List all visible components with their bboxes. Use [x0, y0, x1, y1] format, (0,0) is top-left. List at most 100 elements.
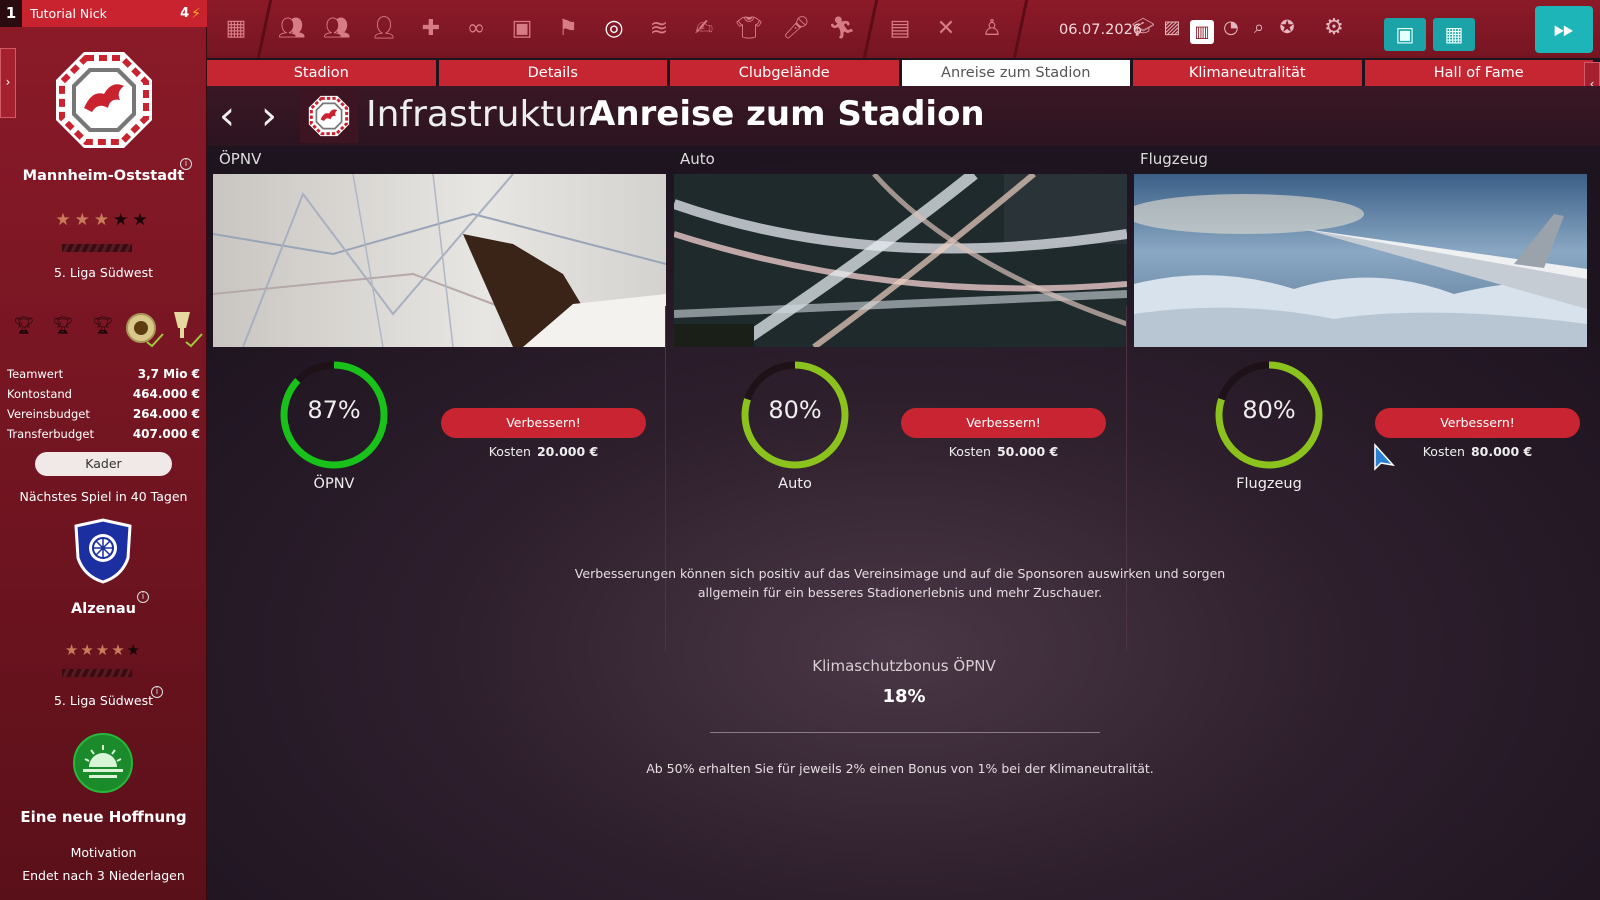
transport-card-public: ÖPNV 87% ÖPNV Verbessern! Kosten 20.000 €	[213, 146, 666, 651]
club-name[interactable]: Mannheim-Oststadt	[0, 168, 207, 184]
gauge-value: 80%	[768, 396, 822, 424]
energy-count: 4	[180, 6, 190, 21]
card-label: Auto	[680, 150, 715, 168]
tab-bar: Stadion Details Clubgelände Anreise zum …	[207, 60, 1593, 86]
trainer-icon[interactable]: 👤︎	[367, 12, 401, 46]
squad-icon[interactable]: 👥︎	[320, 12, 354, 46]
tab-arrival[interactable]: Anreise zum Stadion	[901, 60, 1130, 86]
tab-details[interactable]: Details	[438, 60, 667, 86]
opponent-league: 5. Liga Südwest	[53, 693, 154, 708]
scouting-icon[interactable]: ∞	[459, 12, 493, 46]
sidebar: 1 Tutorial Nick 4 ⚡ › Mannheim-Oststadt …	[0, 0, 207, 900]
opponent-name[interactable]: Alzenau	[0, 601, 207, 617]
cost-value: 50.000 €	[996, 444, 1059, 459]
stat-team-value: Teamwert 3,7 Mio €	[7, 367, 200, 381]
presentation-icon[interactable]: ▨	[1158, 14, 1186, 42]
cost-value: 80.000 €	[1470, 444, 1533, 459]
chevron-right-icon: ›	[5, 75, 11, 89]
tab-stadium[interactable]: Stadion	[207, 60, 436, 86]
cost-label: Kosten	[488, 444, 531, 459]
trophy-icon: 🏆︎	[13, 316, 35, 336]
training-icon[interactable]: ⚑	[551, 12, 585, 46]
cost-text: Kosten 20.000 €	[441, 444, 646, 459]
contracts-icon[interactable]: ✍︎	[687, 12, 721, 46]
motivation-note: Endet nach 3 Niederlagen	[22, 868, 185, 883]
trophy-row: 🏆︎ 🏆︎ 🏆︎	[10, 312, 205, 352]
award-icon[interactable]: ✪	[1273, 14, 1301, 42]
continue-button[interactable]: ⏩︎	[1535, 6, 1593, 53]
sunrise-icon	[73, 733, 133, 793]
office-icon[interactable]: ▦	[219, 12, 253, 46]
improve-button[interactable]: Verbessern!	[441, 408, 646, 438]
header-crest	[300, 89, 358, 143]
cost-label: Kosten	[1422, 444, 1465, 459]
gauge-icon[interactable]: ◔	[1217, 14, 1245, 42]
medal-icon	[126, 313, 164, 348]
gauge-value: 80%	[1242, 396, 1296, 424]
opponent-crest[interactable]	[72, 518, 134, 584]
calendar-icon[interactable]: ▣	[505, 12, 539, 46]
toolbar-separator	[1012, 0, 1029, 58]
mouse-cursor-icon	[1374, 443, 1395, 471]
page-title: Infrastruktur	[366, 94, 593, 135]
info-text: Verbesserungen können sich positiv auf d…	[574, 566, 1226, 600]
improve-button[interactable]: Verbessern!	[1375, 408, 1580, 438]
sidebar-expand-button[interactable]: ›	[0, 48, 16, 118]
press-icon[interactable]: 🎤︎	[779, 12, 813, 46]
stat-label: Vereinsbudget	[7, 407, 90, 421]
bonus-title: Klimaschutzbonus ÖPNV	[812, 657, 996, 675]
squad-button[interactable]: Kader	[35, 452, 172, 476]
calendar-week-button[interactable]: ▣	[1384, 18, 1426, 51]
youth-icon[interactable]: 🏃︎	[825, 12, 859, 46]
bonus-value: 18%	[882, 686, 926, 707]
tab-club-grounds[interactable]: Clubgelände	[670, 60, 899, 86]
transport-card-car: Auto 80% Auto Verbessern! Kosten 50.000 €	[674, 146, 1127, 651]
page-header: ‹ › Infrastruktur Anreise zum Stadion	[207, 86, 1600, 146]
gauge-label: ÖPNV	[313, 476, 355, 492]
divider	[710, 732, 1100, 733]
tab-climate-neutrality[interactable]: Klimaneutralität	[1133, 60, 1362, 86]
cost-text: Kosten 50.000 €	[901, 444, 1106, 459]
education-icon[interactable]: 🎓︎	[1129, 14, 1157, 42]
info-icon[interactable]: i	[151, 686, 163, 698]
toolbar-separator	[862, 0, 879, 58]
lightning-icon: ⚡	[191, 5, 201, 22]
profile-icon[interactable]: ♙	[975, 12, 1009, 46]
gear-icon[interactable]: ⚙︎	[1320, 14, 1348, 42]
gauge-label: Flugzeug	[1236, 476, 1302, 492]
info-icon[interactable]: i	[180, 158, 192, 170]
club-rating-stars: ★★★★★	[55, 210, 152, 230]
improve-button[interactable]: Verbessern!	[901, 408, 1106, 438]
stat-value: 464.000 €	[132, 387, 200, 401]
motivation-title: Eine neue Hoffnung	[20, 808, 187, 826]
stat-label: Kontostand	[7, 387, 72, 401]
next-match-text: Nächstes Spiel in 40 Tagen	[19, 489, 188, 504]
stat-value: 3,7 Mio €	[137, 367, 200, 381]
search-icon[interactable]: ⌕	[1245, 14, 1273, 42]
top-toolbar: ▦ 👥︎ 👥︎ 👤︎ ✚ ∞ ▣ ⚑ ◎ ≋ ✍︎ 👕︎ 🎤︎ 🏃︎ ▤ ✕ ♙…	[207, 0, 1600, 58]
stat-transfer-budget: Transferbudget 407.000 €	[7, 427, 200, 441]
tab-hall-of-fame[interactable]: Hall of Fame	[1364, 60, 1593, 86]
opponent-rating-bar	[62, 669, 132, 677]
calendar-month-button[interactable]: ▦	[1433, 18, 1475, 51]
medical-icon[interactable]: ✚	[414, 12, 448, 46]
stat-club-budget: Vereinsbudget 264.000 €	[7, 407, 200, 421]
stat-value: 407.000 €	[132, 427, 200, 441]
stadium-icon[interactable]: ◎	[597, 12, 631, 46]
club-crest[interactable]	[54, 50, 154, 150]
finance-icon[interactable]: ≋	[642, 12, 676, 46]
tactics-icon[interactable]: ✕	[929, 12, 963, 46]
bonus-note: Ab 50% erhalten Sie für jeweils 2% einen…	[646, 761, 1154, 776]
stat-balance: Kontostand 464.000 €	[7, 387, 200, 401]
info-icon[interactable]: i	[137, 591, 149, 603]
team-icon[interactable]: 👥︎	[275, 12, 309, 46]
forward-arrow-icon[interactable]: ›	[261, 96, 277, 136]
merchandise-icon[interactable]: 👕︎	[732, 12, 766, 46]
statistics-icon[interactable]: ▥	[1190, 20, 1214, 44]
cost-label: Kosten	[948, 444, 991, 459]
player-bar[interactable]: 1 Tutorial Nick 4 ⚡	[0, 0, 207, 27]
player-number: 1	[0, 0, 22, 27]
table-icon[interactable]: ▤	[883, 12, 917, 46]
cost-text: Kosten 80.000 €	[1375, 444, 1580, 459]
back-arrow-icon[interactable]: ‹	[219, 96, 235, 136]
